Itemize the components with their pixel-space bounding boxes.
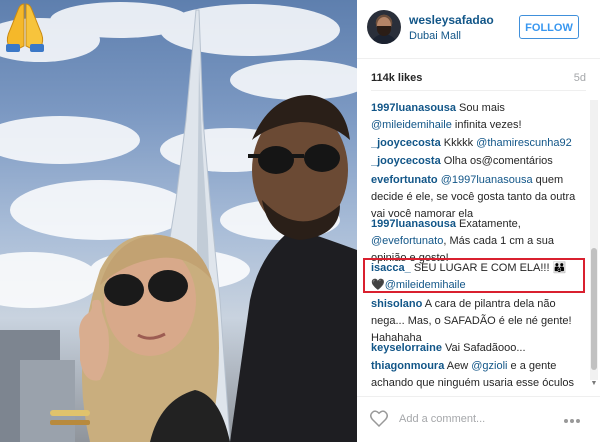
comment-mention[interactable]: @1997luanasousa [441, 174, 533, 186]
folded-hands-icon [6, 3, 44, 52]
comment-footer [357, 396, 600, 443]
comment-username[interactable]: _jooycecosta [371, 137, 441, 149]
location-link[interactable]: Dubai Mall [409, 30, 461, 42]
follow-button[interactable]: FOLLOW [519, 15, 579, 39]
highlight-box [363, 258, 585, 293]
comment-item: 1997luanasousa Sou mais @mileidemihaile … [371, 100, 583, 134]
add-comment-input[interactable] [399, 409, 554, 429]
comment-text: Sou mais [456, 102, 505, 114]
comment-item: keyselorraine Vai Safadãooo... [371, 340, 583, 357]
username-link[interactable]: wesleysafadao [409, 13, 494, 27]
divider [371, 90, 586, 91]
comment-item: _jooycecosta Olha os@comentários [371, 153, 583, 170]
comment-item: _jooycecosta Kkkkk @thamirescunha92 [371, 135, 583, 152]
photo-scene [0, 2, 357, 442]
comment-item: thiagonmoura Aew @gzioli e a gente achan… [371, 358, 583, 390]
more-options-icon[interactable] [564, 414, 584, 423]
post-header: wesleysafadao Dubai Mall FOLLOW [357, 0, 600, 59]
likes-count[interactable]: 114k likes [371, 72, 422, 84]
comments-list: 1997luanasousa Sou mais @mileidemihaile … [371, 100, 593, 390]
comment-text: Olha os@comentários [440, 155, 553, 167]
comment-username[interactable]: keyselorraine [371, 342, 442, 354]
comment-mention[interactable]: @gzioli [471, 360, 507, 372]
comment-username[interactable]: 1997luanasousa [371, 102, 456, 114]
comment-text: Vai Safadãooo... [441, 342, 526, 354]
comment-text: Kkkkk [440, 137, 477, 149]
heart-icon[interactable] [370, 410, 388, 427]
comment-mention[interactable]: @mileidemihaile [371, 119, 452, 131]
comments-scrollbar-thumb[interactable] [591, 248, 597, 370]
post-details-panel: wesleysafadao Dubai Mall FOLLOW 114k lik… [357, 0, 600, 442]
post-photo[interactable] [0, 0, 357, 442]
post-time[interactable]: 5d [574, 72, 586, 84]
comment-username[interactable]: evefortunato [371, 174, 438, 186]
comment-username[interactable]: shisolano [371, 298, 422, 310]
comment-username[interactable]: _jooycecosta [371, 155, 441, 167]
comment-mention[interactable]: @evefortunato [371, 235, 443, 247]
comment-text-after: infinita vezes! [451, 119, 522, 131]
comment-text: Aew [444, 360, 472, 372]
avatar[interactable] [367, 10, 401, 44]
comment-username[interactable]: thiagonmoura [371, 360, 444, 372]
comment-mention[interactable]: @thamirescunha92 [476, 137, 572, 149]
comment-text: Exatamente, [456, 218, 521, 230]
comment-username[interactable]: 1997luanasousa [371, 218, 456, 230]
scroll-down-arrow-icon[interactable]: ▼ [590, 380, 598, 388]
